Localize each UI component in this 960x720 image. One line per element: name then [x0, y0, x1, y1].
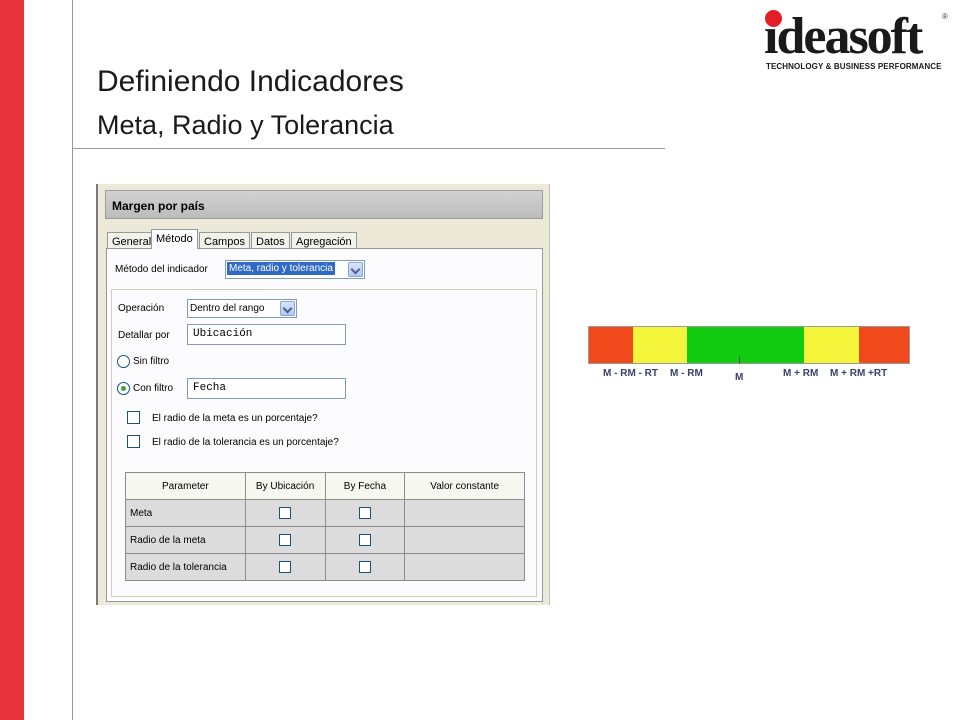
metodo-select-value: Meta, radio y tolerancia [227, 262, 335, 275]
grid-cell-valor-constante[interactable] [404, 553, 525, 581]
con-filtro-input[interactable]: Fecha [187, 378, 346, 399]
grid-header-by-ubicacion[interactable]: By Ubicación [244, 472, 326, 500]
tab-datos[interactable]: Datos [251, 232, 290, 249]
grid-cell-parameter: Radio de la tolerancia [125, 553, 246, 581]
grid-header-by-fecha[interactable]: By Fecha [324, 472, 406, 500]
slide-subtitle: Meta, Radio y Tolerancia [97, 110, 394, 140]
title-underline [72, 148, 665, 149]
by-ubicacion-checkbox[interactable] [279, 534, 292, 546]
sin-filtro-label: Sin filtro [133, 356, 170, 367]
detallar-label: Detallar por [118, 330, 170, 341]
scale-segment-green [687, 327, 804, 363]
operacion-select[interactable]: Dentro del rango [187, 299, 297, 318]
table-row: Meta [125, 499, 525, 527]
by-ubicacion-checkbox[interactable] [279, 507, 292, 519]
scale-label-m-plus-rm-rt: M + RM +RT [830, 368, 888, 379]
grid-header-parameter[interactable]: Parameter [125, 472, 246, 500]
grid-cell-by-ubicacion [244, 553, 326, 581]
by-fecha-checkbox[interactable] [358, 534, 371, 546]
scale-segment-red-right [859, 327, 909, 363]
scale-segment-yellow-right [804, 327, 859, 363]
by-ubicacion-checkbox[interactable] [279, 561, 292, 573]
tolerance-percent-checkbox[interactable] [127, 435, 140, 448]
left-accent-bar [0, 0, 24, 720]
scale-center-tick [739, 356, 740, 364]
scale-segment-yellow-left [633, 327, 687, 363]
table-row: Radio de la tolerancia [125, 553, 525, 581]
slide-title: Definiendo Indicadores [97, 65, 404, 98]
grid-cell-valor-constante[interactable] [404, 526, 525, 554]
tab-metodo[interactable]: Método [151, 229, 198, 249]
scale-label-m-plus-rm: M + RM [783, 368, 819, 379]
logo-tagline: TECHNOLOGY & BUSINESS PERFORMANCE [766, 62, 942, 71]
grid-cell-by-fecha [324, 499, 406, 527]
detallar-input[interactable]: Ubicación [187, 324, 346, 345]
scale-label-m-rm: M - RM [670, 368, 703, 379]
operacion-select-value: Dentro del rango [190, 303, 265, 314]
con-filtro-label: Con filtro [133, 383, 174, 394]
tolerance-scale [588, 326, 910, 364]
table-row: Radio de la meta [125, 526, 525, 554]
dialog-title: Margen por país [105, 190, 543, 219]
parameter-grid: Parameter By Ubicación By Fecha Valor co… [125, 472, 525, 581]
vertical-divider [72, 0, 73, 720]
tab-general[interactable]: General [107, 232, 157, 249]
grid-cell-by-fecha [324, 553, 406, 581]
grid-cell-by-fecha [324, 526, 406, 554]
con-filtro-radio[interactable] [117, 382, 130, 395]
meta-percent-label: El radio de la meta es un porcentaje? [152, 413, 318, 424]
ideasoft-logo: ideasoft ® TECHNOLOGY & BUSINESS PERFORM… [764, 4, 950, 76]
chevron-down-icon[interactable] [348, 262, 363, 277]
logo-red-dot-icon [765, 10, 782, 27]
metodo-label: Método del indicador [115, 264, 208, 275]
meta-percent-checkbox[interactable] [127, 411, 140, 424]
options-group: Operación Dentro del rango Detallar por … [111, 289, 537, 597]
logo-registered-mark: ® [942, 12, 948, 21]
chevron-down-icon[interactable] [280, 301, 295, 316]
grid-cell-parameter: Radio de la meta [125, 526, 246, 554]
tolerance-percent-label: El radio de la tolerancia es un porcenta… [152, 437, 339, 448]
grid-cell-valor-constante[interactable] [404, 499, 525, 527]
scale-segment-red-left [589, 327, 633, 363]
logo-wordmark: ideasoft [764, 8, 923, 65]
scale-label-m: M [735, 372, 744, 383]
metodo-select[interactable]: Meta, radio y tolerancia [225, 260, 365, 279]
operacion-label: Operación [118, 303, 165, 314]
by-fecha-checkbox[interactable] [358, 561, 371, 573]
indicator-dialog: Margen por país General Método Campos Da… [96, 184, 550, 605]
grid-cell-parameter: Meta [125, 499, 246, 527]
by-fecha-checkbox[interactable] [358, 507, 371, 519]
scale-label-m-rm-rt: M - RM - RT [603, 368, 658, 379]
grid-header-row: Parameter By Ubicación By Fecha Valor co… [125, 472, 525, 500]
sin-filtro-radio[interactable] [117, 355, 130, 368]
grid-header-valor-constante[interactable]: Valor constante [404, 472, 525, 500]
grid-cell-by-ubicacion [244, 499, 326, 527]
grid-cell-by-ubicacion [244, 526, 326, 554]
tab-agregacion[interactable]: Agregación [291, 232, 357, 249]
tab-panel-metodo: Método del indicador Meta, radio y toler… [106, 248, 543, 602]
tab-campos[interactable]: Campos [199, 232, 250, 249]
